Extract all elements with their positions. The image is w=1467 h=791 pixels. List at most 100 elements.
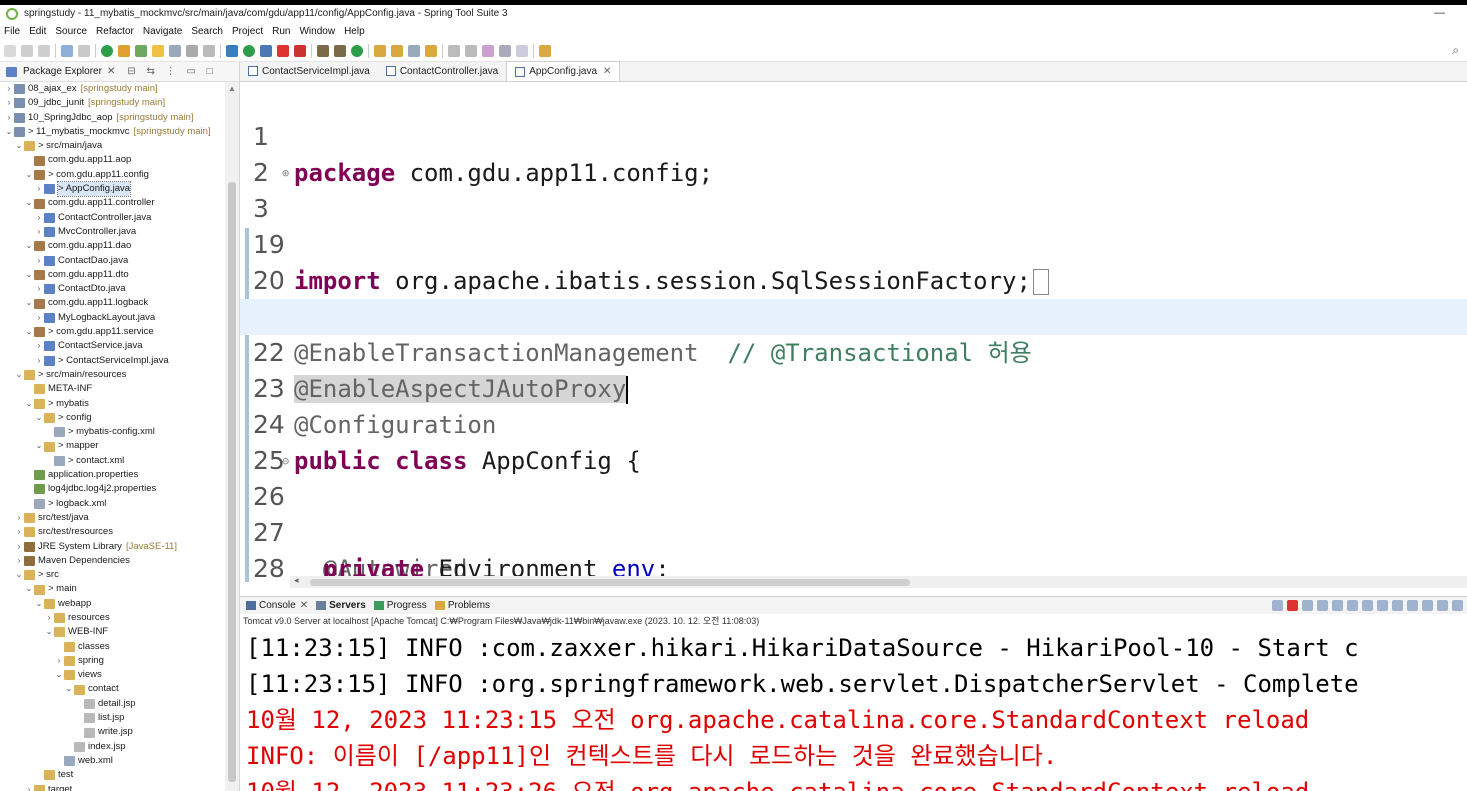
tree-twisty-icon[interactable]: ⌄ bbox=[34, 597, 44, 611]
tree-item[interactable]: › 10_SpringJdbc_aop [springstudy main] bbox=[0, 111, 225, 125]
highlight-icon[interactable] bbox=[152, 44, 164, 57]
tree-item[interactable]: > logback.xml bbox=[0, 497, 225, 511]
menu-source[interactable]: Source bbox=[55, 26, 87, 37]
terminate-icon[interactable] bbox=[1287, 600, 1298, 611]
tree-item[interactable]: META-INF bbox=[0, 382, 225, 396]
tree-twisty-icon[interactable]: › bbox=[24, 783, 34, 791]
tree-twisty-icon[interactable]: ⌄ bbox=[34, 439, 44, 453]
tree-twisty-icon[interactable]: ⌄ bbox=[44, 625, 54, 639]
tree-item[interactable]: › > AppConfig.java bbox=[0, 181, 225, 198]
tree-twisty-icon[interactable]: ⌄ bbox=[24, 268, 34, 282]
menu-refactor[interactable]: Refactor bbox=[96, 26, 134, 37]
menu-run[interactable]: Run bbox=[272, 26, 290, 37]
open-type-icon[interactable] bbox=[374, 44, 386, 57]
new-class-icon[interactable] bbox=[351, 44, 363, 57]
tree-twisty-icon[interactable]: › bbox=[54, 654, 64, 668]
tree-twisty-icon[interactable]: ⌄ bbox=[24, 582, 34, 596]
editor-horizontal-scrollbar[interactable]: ◂ bbox=[290, 575, 1467, 588]
tree-twisty-icon[interactable]: › bbox=[14, 540, 24, 554]
block-selection-icon[interactable] bbox=[186, 44, 198, 57]
fold-collapse-icon[interactable]: ⊖ bbox=[282, 443, 289, 479]
tree-item[interactable]: ⌄ com.gdu.app11.dto bbox=[0, 268, 225, 282]
scroll-lock-icon[interactable] bbox=[1347, 600, 1358, 611]
tree-item[interactable]: › target bbox=[0, 783, 225, 791]
menu-window[interactable]: Window bbox=[299, 26, 335, 37]
tree-twisty-icon[interactable]: › bbox=[4, 111, 14, 125]
tree-item[interactable]: ⌄ > mapper bbox=[0, 439, 225, 453]
tree-twisty-icon[interactable]: ⌄ bbox=[24, 239, 34, 253]
tree-item[interactable]: ⌄ > src/main/resources bbox=[0, 368, 225, 382]
tab-problems[interactable]: Problems bbox=[434, 600, 490, 611]
tab-appconfig[interactable]: AppConfig.java ✕ bbox=[506, 61, 621, 81]
tree-twisty-icon[interactable]: ⌄ bbox=[24, 196, 34, 210]
tree-item[interactable]: › 08_ajax_ex [springstudy main] bbox=[0, 82, 225, 96]
boot-dashboard-icon[interactable] bbox=[101, 44, 113, 57]
tree-item[interactable]: › ContactService.java bbox=[0, 339, 225, 353]
menu-file[interactable]: File bbox=[4, 26, 20, 37]
tree-item[interactable]: application.properties bbox=[0, 468, 225, 482]
tree-twisty-icon[interactable]: › bbox=[14, 525, 24, 539]
tree-item[interactable]: › Maven Dependencies bbox=[0, 554, 225, 568]
last-edit-icon[interactable] bbox=[482, 44, 494, 57]
scroll-thumb[interactable] bbox=[310, 579, 910, 586]
tree-item[interactable]: ⌄ > 11_mybatis_mockmvc [springstudy main] bbox=[0, 125, 225, 139]
tree-item[interactable]: ⌄ > src bbox=[0, 568, 225, 582]
menu-search[interactable]: Search bbox=[191, 26, 223, 37]
forward-icon[interactable] bbox=[516, 44, 528, 57]
run-icon[interactable] bbox=[243, 44, 255, 57]
tree-item[interactable]: ⌄ contact bbox=[0, 682, 225, 696]
console-output[interactable]: [11:23:15] INFO :com.zaxxer.hikari.Hikar… bbox=[240, 628, 1467, 791]
tree-item[interactable]: ⌄ > mybatis bbox=[0, 397, 225, 411]
menu-navigate[interactable]: Navigate bbox=[143, 26, 182, 37]
external-tools-icon[interactable] bbox=[294, 44, 306, 57]
tree-twisty-icon[interactable]: ⌄ bbox=[14, 568, 24, 582]
tab-contactserviceimpl[interactable]: ContactServiceImpl.java bbox=[240, 61, 378, 81]
menu-project[interactable]: Project bbox=[232, 26, 263, 37]
prev-annotation-icon[interactable] bbox=[465, 44, 477, 57]
tree-item[interactable]: test bbox=[0, 768, 225, 782]
tree-twisty-icon[interactable]: › bbox=[34, 311, 44, 325]
tab-progress[interactable]: Progress bbox=[373, 600, 427, 611]
restart-icon[interactable] bbox=[118, 44, 130, 57]
tree-twisty-icon[interactable]: ⌄ bbox=[24, 325, 34, 339]
tree-item[interactable]: detail.jsp bbox=[0, 697, 225, 711]
tree-item[interactable]: › JRE System Library [JavaSE-11] bbox=[0, 540, 225, 554]
tree-item[interactable]: ⌄ > main bbox=[0, 582, 225, 596]
pin-console-icon[interactable] bbox=[1272, 600, 1283, 611]
next-annotation-icon[interactable] bbox=[448, 44, 460, 57]
tree-twisty-icon[interactable]: › bbox=[4, 96, 14, 110]
search-icon[interactable]: ⌕ bbox=[1452, 43, 1459, 58]
display-console-icon[interactable] bbox=[1422, 600, 1433, 611]
tree-item[interactable]: › resources bbox=[0, 611, 225, 625]
remove-launch-icon[interactable] bbox=[1302, 600, 1313, 611]
tree-item[interactable]: › spring bbox=[0, 654, 225, 668]
tree-item[interactable]: list.jsp bbox=[0, 711, 225, 725]
tree-item[interactable]: ⌄ com.gdu.app11.dao bbox=[0, 239, 225, 253]
close-icon[interactable]: ✕ bbox=[603, 66, 611, 77]
tree-item[interactable]: ⌄ webapp bbox=[0, 597, 225, 611]
tree-twisty-icon[interactable]: › bbox=[34, 225, 44, 239]
tree-item[interactable]: › 09_jdbc_junit [springstudy main] bbox=[0, 96, 225, 110]
tree-twisty-icon[interactable]: › bbox=[44, 611, 54, 625]
show-stderr-icon[interactable] bbox=[1392, 600, 1403, 611]
menu-edit[interactable]: Edit bbox=[29, 26, 46, 37]
scroll-left-icon[interactable]: ◂ bbox=[294, 575, 299, 586]
tree-item[interactable]: write.jsp bbox=[0, 725, 225, 739]
skip-breakpoints-icon[interactable] bbox=[78, 44, 90, 57]
code-editor[interactable]: 1 package com.gdu.app11.config; 2 3 ⊕ im… bbox=[240, 82, 1467, 582]
open-console-icon[interactable] bbox=[1437, 600, 1448, 611]
tab-servers[interactable]: Servers bbox=[316, 600, 366, 611]
save-icon[interactable] bbox=[21, 44, 33, 57]
tree-twisty-icon[interactable]: › bbox=[14, 511, 24, 525]
tree-twisty-icon[interactable]: ⌄ bbox=[54, 668, 64, 682]
new-package-icon[interactable] bbox=[334, 44, 346, 57]
scroll-up-icon[interactable]: ▲ bbox=[228, 84, 236, 93]
tree-item[interactable]: > mybatis-config.xml bbox=[0, 425, 225, 439]
terminal-icon[interactable] bbox=[61, 44, 73, 57]
tree-twisty-icon[interactable]: › bbox=[4, 82, 14, 96]
clear-console-icon[interactable] bbox=[1332, 600, 1343, 611]
tree-twisty-icon[interactable]: ⌄ bbox=[14, 139, 24, 153]
package-explorer-tab[interactable]: Package Explorer bbox=[23, 66, 102, 77]
save-all-icon[interactable] bbox=[38, 44, 50, 57]
tab-contactcontroller[interactable]: ContactController.java bbox=[378, 61, 506, 81]
